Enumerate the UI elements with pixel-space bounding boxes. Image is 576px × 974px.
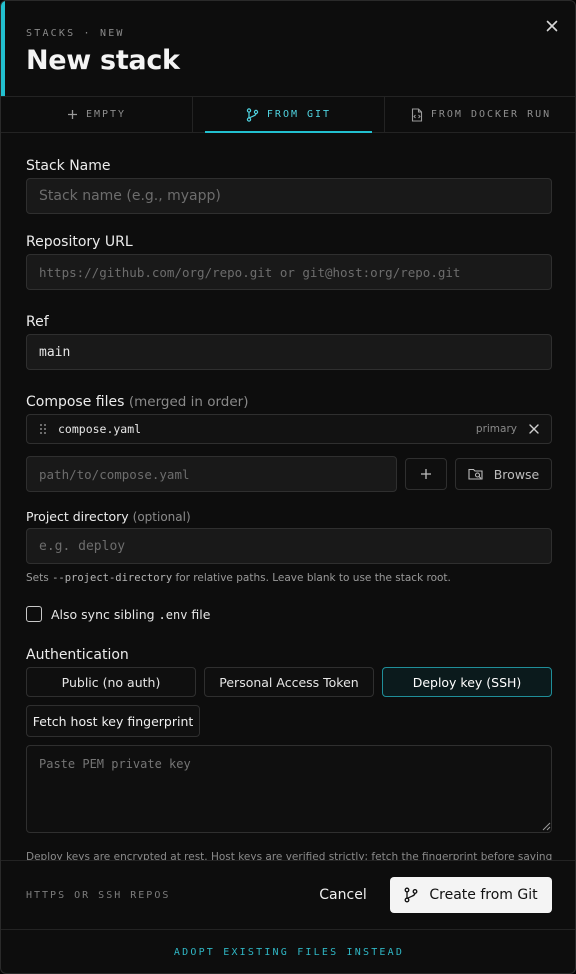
ref-value: main <box>39 344 71 360</box>
authentication-label: Authentication <box>26 647 129 663</box>
repository-url-label: Repository URL <box>26 234 133 250</box>
hint-text: Sets <box>26 572 53 584</box>
remove-compose-file-button[interactable] <box>527 422 541 436</box>
grip-vertical-icon <box>40 424 46 434</box>
close-icon <box>546 20 558 32</box>
project-directory-input[interactable]: e.g. deploy <box>26 528 552 564</box>
sync-env-label: Also sync sibling .env file <box>51 607 210 622</box>
deploy-key-note: Deploy keys are encrypted at rest. Host … <box>26 851 556 860</box>
hint-text: for relative paths. Leave blank to use t… <box>172 572 451 584</box>
git-branch-icon <box>246 107 259 122</box>
file-code-icon <box>411 107 422 122</box>
tab-from-docker-run[interactable]: FROM DOCKER RUN <box>384 97 575 132</box>
cancel-button[interactable]: Cancel <box>307 878 379 912</box>
tab-label: FROM DOCKER RUN <box>430 109 552 120</box>
hint-code: --project-directory <box>52 572 173 584</box>
tab-label: EMPTY <box>85 109 127 120</box>
project-directory-label: Project directory (optional) <box>26 509 191 524</box>
compose-files-label: Compose files (merged in order) <box>26 394 249 410</box>
compose-files-title: Compose files <box>26 394 125 410</box>
tab-from-git[interactable]: FROM GIT <box>192 97 384 133</box>
resize-handle-icon[interactable] <box>541 821 551 831</box>
git-branch-icon <box>404 887 418 903</box>
new-stack-dialog: STACKS · NEW New stack EMPTY FROM GIT FR… <box>0 0 576 974</box>
fetch-host-key-button[interactable]: Fetch host key fingerprint <box>26 705 200 737</box>
compose-path-input[interactable]: path/to/compose.yaml <box>26 456 397 492</box>
compose-path-placeholder: path/to/compose.yaml <box>39 466 190 482</box>
sync-env-label-code: .env <box>158 607 188 622</box>
ref-input[interactable]: main <box>26 334 552 370</box>
compose-file-name: compose.yaml <box>58 422 142 436</box>
project-directory-placeholder: e.g. deploy <box>39 538 126 554</box>
close-button[interactable] <box>541 15 563 37</box>
sync-env-checkbox[interactable] <box>26 606 42 622</box>
auth-option-token[interactable]: Personal Access Token <box>204 667 374 697</box>
header-accent-bar <box>1 1 5 97</box>
close-icon <box>529 424 539 434</box>
page-title: New stack <box>26 45 180 76</box>
stack-name-label: Stack Name <box>26 158 111 174</box>
plus-icon <box>421 469 431 479</box>
stack-name-placeholder: Stack name (e.g., myapp) <box>39 188 221 204</box>
sync-env-label-text: file <box>187 606 211 622</box>
drag-handle[interactable] <box>37 422 49 436</box>
compose-file-row: compose.yaml primary <box>26 414 552 444</box>
browse-button[interactable]: Browse <box>455 458 552 490</box>
tab-label: FROM GIT <box>266 109 332 120</box>
sync-env-checkbox-row[interactable]: Also sync sibling .env file <box>26 606 210 622</box>
create-from-git-button[interactable]: Create from Git <box>390 877 552 913</box>
sync-env-label-text: Also sync sibling <box>51 606 159 622</box>
project-directory-hint: Sets --project-directory for relative pa… <box>26 572 451 584</box>
add-compose-file-button[interactable] <box>405 458 447 490</box>
stack-name-input[interactable]: Stack name (e.g., myapp) <box>26 178 552 214</box>
breadcrumb: STACKS · NEW <box>26 28 125 39</box>
browse-label: Browse <box>493 466 540 482</box>
ref-label: Ref <box>26 314 49 330</box>
project-directory-note: (optional) <box>132 510 191 524</box>
folder-search-icon <box>468 468 483 480</box>
footer-hint: HTTPS OR SSH REPOS <box>26 890 171 901</box>
tab-empty[interactable]: EMPTY <box>1 97 192 132</box>
auth-option-deploy-key[interactable]: Deploy key (SSH) <box>382 667 552 697</box>
repository-url-placeholder: https://github.com/org/repo.git or git@h… <box>39 264 461 280</box>
create-label: Create from Git <box>429 887 538 903</box>
project-directory-title: Project directory <box>26 509 129 524</box>
dialog-footer: HTTPS OR SSH REPOS Cancel Create from Gi… <box>1 860 575 929</box>
adopt-existing-files-link[interactable]: ADOPT EXISTING FILES INSTEAD <box>1 929 575 973</box>
compose-files-note: (merged in order) <box>128 394 249 410</box>
primary-badge: primary <box>475 423 517 435</box>
private-key-textarea[interactable] <box>26 745 552 833</box>
auth-option-public[interactable]: Public (no auth) <box>26 667 196 697</box>
plus-icon <box>67 110 77 119</box>
repository-url-input[interactable]: https://github.com/org/repo.git or git@h… <box>26 254 552 290</box>
source-tabs: EMPTY FROM GIT FROM DOCKER RUN <box>1 96 575 133</box>
